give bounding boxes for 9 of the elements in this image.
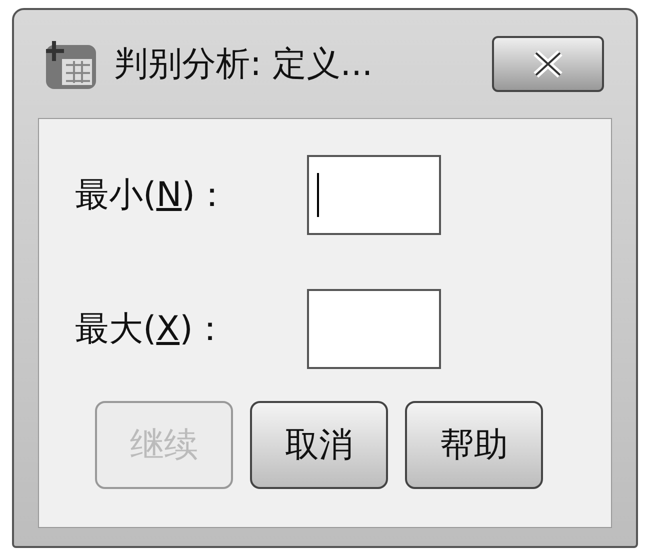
- dialog-button[interactable]: 取消: [250, 401, 388, 489]
- close-icon: [531, 49, 565, 79]
- input-field[interactable]: [307, 289, 441, 369]
- field-label: 最小(N)：: [75, 174, 230, 217]
- field-label: 最大(X)：: [75, 308, 228, 351]
- close-button[interactable]: [492, 36, 604, 92]
- dialog-button[interactable]: 帮助: [405, 401, 543, 489]
- window-title: 判别分析: 定义...: [114, 43, 374, 86]
- input-field[interactable]: [307, 155, 441, 235]
